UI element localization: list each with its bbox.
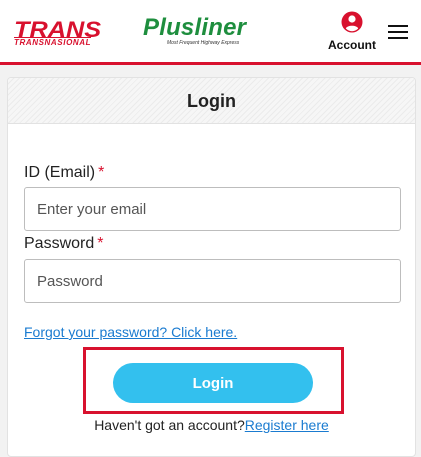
login-card: Login ID (Email)* Password* Forgot your …	[7, 77, 416, 457]
required-marker: *	[97, 235, 104, 252]
trans-logo[interactable]: TRANS TRANSNASIONAL	[14, 17, 126, 48]
hamburger-menu-icon[interactable]	[386, 20, 412, 44]
account-button[interactable]: Account	[326, 10, 378, 54]
plusliner-logo-tagline: Most Frequent Highway Express	[167, 40, 240, 46]
user-icon	[341, 11, 363, 33]
no-account-text: Haven't got an account?	[94, 417, 245, 433]
plusliner-logo[interactable]: Plusliner Most Frequent Highway Express	[143, 14, 255, 48]
register-prompt: Haven't got an account?Register here	[8, 417, 415, 433]
required-marker: *	[98, 164, 105, 181]
account-label: Account	[328, 38, 376, 52]
email-field[interactable]	[24, 187, 401, 231]
forgot-password-link[interactable]: Forgot your password? Click here.	[24, 324, 237, 340]
trans-logo-sub: TRANSNASIONAL	[14, 37, 92, 47]
register-link[interactable]: Register here	[245, 417, 329, 433]
email-label-text: ID (Email)	[24, 164, 96, 181]
page-title: Login	[187, 91, 236, 111]
password-field[interactable]	[24, 259, 401, 303]
password-label-text: Password	[24, 235, 95, 252]
plusliner-logo-main: Plusliner	[143, 14, 247, 41]
password-label: Password *	[24, 235, 103, 253]
login-card-header: Login	[8, 78, 415, 124]
email-label: ID (Email) *	[24, 164, 104, 182]
login-button[interactable]: Login	[113, 363, 313, 403]
site-header: TRANS TRANSNASIONAL Plusliner Most Frequ…	[0, 0, 421, 65]
